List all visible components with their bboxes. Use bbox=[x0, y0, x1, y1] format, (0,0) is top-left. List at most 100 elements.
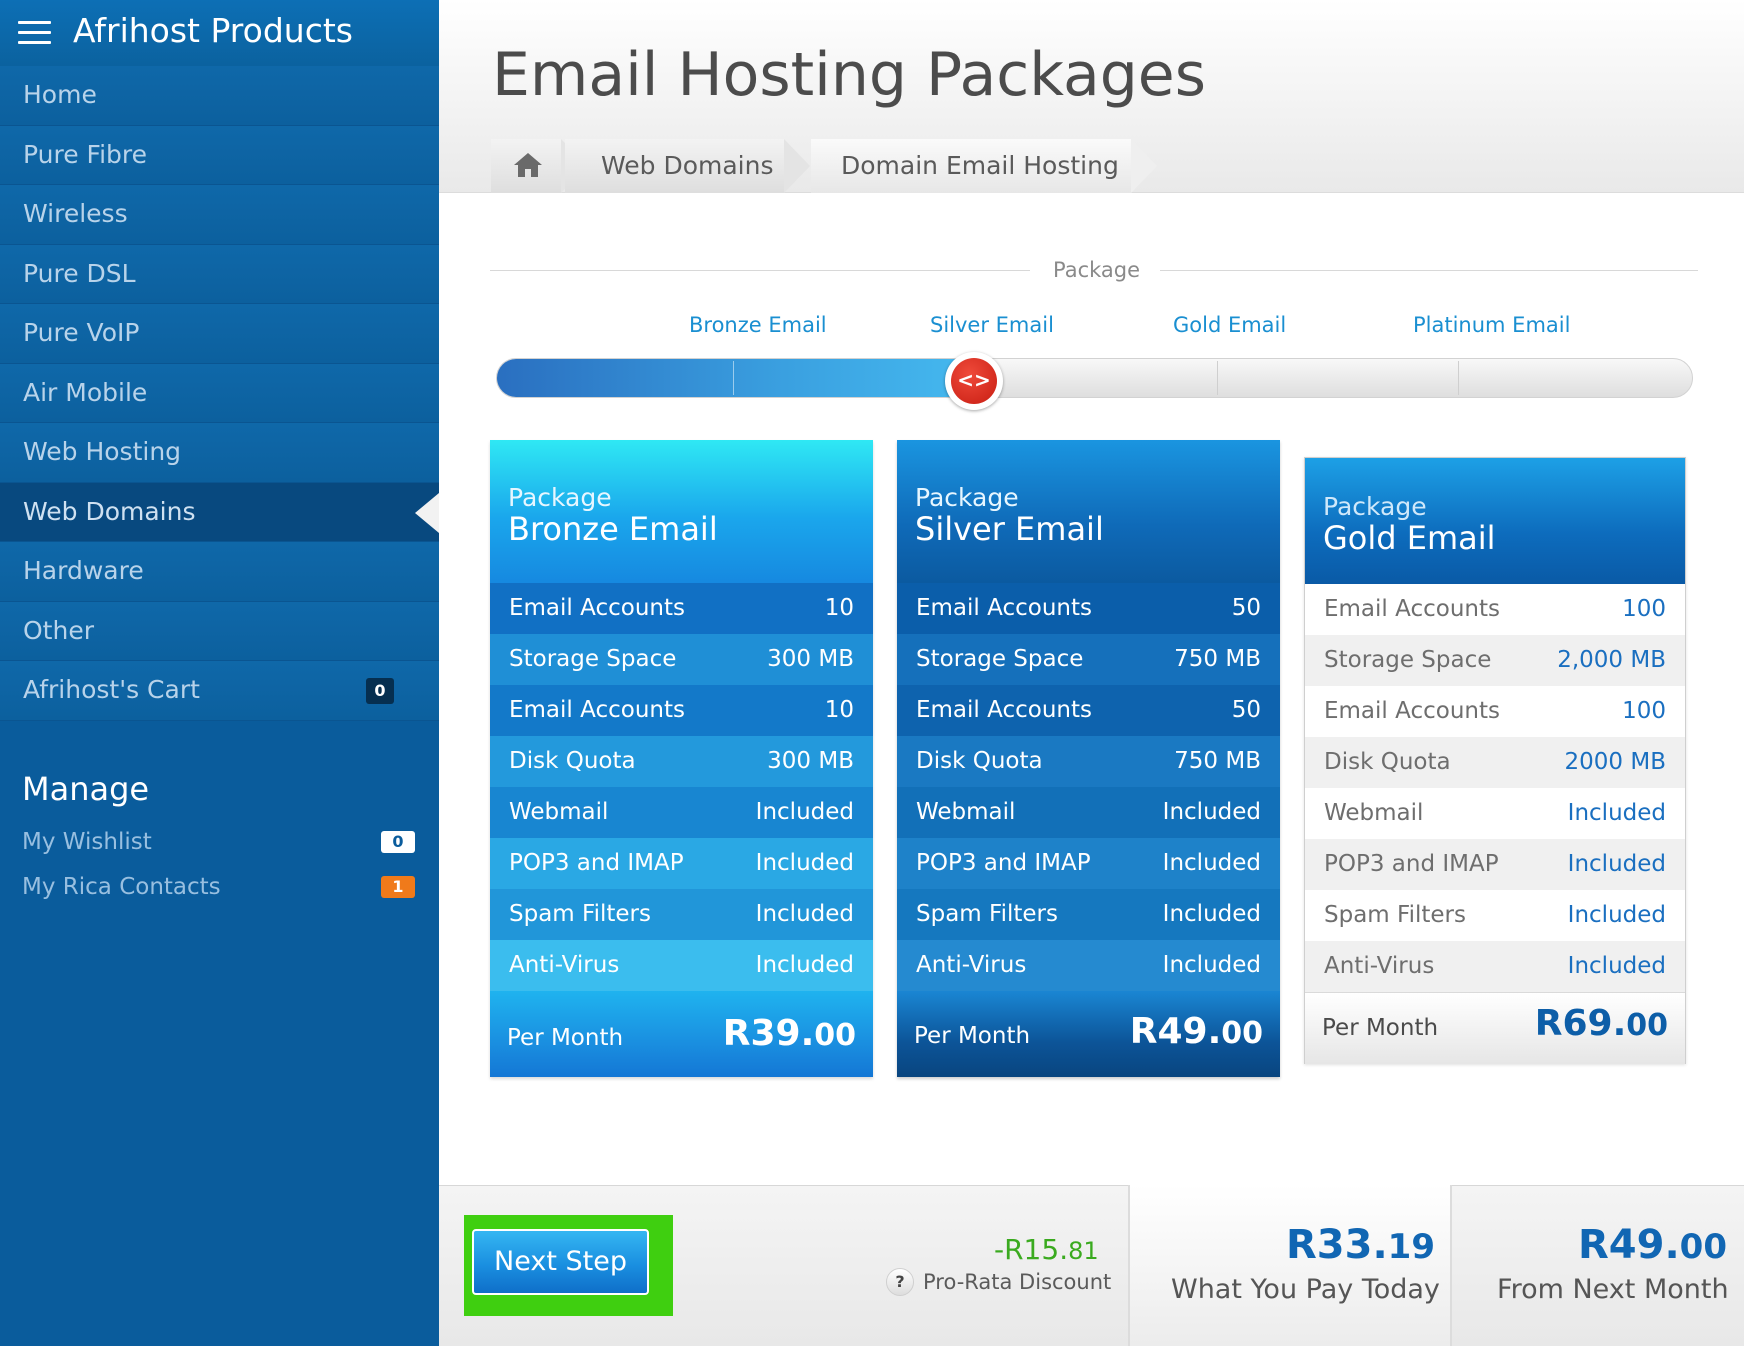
sidebar-item-hardware[interactable]: Hardware bbox=[0, 542, 439, 602]
feature-name: Spam Filters bbox=[916, 901, 1058, 927]
step-bronze[interactable]: Bronze Email bbox=[689, 313, 827, 337]
feature-name: Disk Quota bbox=[916, 748, 1043, 774]
feature-value: Included bbox=[755, 799, 854, 825]
help-icon[interactable]: ? bbox=[886, 1268, 914, 1296]
sidebar-item-cart[interactable]: Afrihost's Cart 0 bbox=[0, 661, 439, 721]
feature-row: Disk Quota 750 MB bbox=[897, 736, 1280, 787]
sidebar-item-label: Air Mobile bbox=[23, 377, 148, 407]
breadcrumb-home[interactable] bbox=[491, 139, 561, 193]
menu-icon[interactable] bbox=[18, 21, 51, 45]
next-step-button[interactable]: Next Step bbox=[472, 1229, 649, 1295]
sidebar-item-label: Afrihost's Cart bbox=[23, 675, 200, 704]
feature-row: Email Accounts 100 bbox=[1305, 584, 1685, 635]
feature-name: Email Accounts bbox=[1324, 698, 1500, 724]
feature-value: 300 MB bbox=[767, 748, 854, 774]
feature-value: Included bbox=[755, 850, 854, 876]
sidebar-item-home[interactable]: Home bbox=[0, 66, 439, 126]
breadcrumb-separator bbox=[1131, 139, 1157, 193]
feature-row: Storage Space 2,000 MB bbox=[1305, 635, 1685, 686]
slider-tick bbox=[733, 361, 734, 395]
feature-value: Included bbox=[1567, 953, 1666, 979]
manage-heading: Manage bbox=[22, 770, 150, 808]
sidebar-item-pure-voip[interactable]: Pure VoIP bbox=[0, 304, 439, 364]
package-label: Package bbox=[1053, 258, 1141, 282]
feature-name: POP3 and IMAP bbox=[509, 850, 684, 876]
sidebar-item-pure-dsl[interactable]: Pure DSL bbox=[0, 244, 439, 304]
product-menu: Home Pure Fibre Wireless Pure DSL Pure V… bbox=[0, 66, 439, 721]
card-header: Package Gold Email bbox=[1305, 458, 1685, 584]
footer-separator bbox=[1450, 1185, 1452, 1346]
step-silver[interactable]: Silver Email bbox=[930, 313, 1054, 337]
card-package-label: Package bbox=[508, 483, 612, 512]
next-step-highlight: Next Step bbox=[464, 1215, 673, 1316]
feature-name: Webmail bbox=[1324, 800, 1424, 826]
feature-value: Included bbox=[1162, 952, 1261, 978]
feature-name: Spam Filters bbox=[1324, 902, 1466, 928]
next-month-amount: R49.00 bbox=[1578, 1222, 1727, 1268]
card-package-label: Package bbox=[915, 483, 1019, 512]
sidebar-item-label: Pure Fibre bbox=[23, 139, 148, 169]
my-wishlist-link[interactable]: My Wishlist bbox=[22, 829, 152, 855]
per-month-label: Per Month bbox=[1322, 1015, 1439, 1041]
wishlist-count-badge: 0 bbox=[381, 831, 415, 853]
sidebar-title: Afrihost Products bbox=[73, 11, 353, 50]
card-package-name: Silver Email bbox=[915, 510, 1104, 548]
feature-row: Email Accounts 50 bbox=[897, 685, 1280, 736]
feature-row: Anti-Virus Included bbox=[897, 940, 1280, 991]
sidebar-item-label: Hardware bbox=[23, 556, 144, 585]
breadcrumb-domain-email-hosting[interactable]: Domain Email Hosting bbox=[811, 139, 1131, 193]
sidebar-item-web-hosting[interactable]: Web Hosting bbox=[0, 423, 439, 483]
feature-row: Email Accounts 10 bbox=[490, 583, 873, 634]
feature-row: Storage Space 750 MB bbox=[897, 634, 1280, 685]
feature-name: Email Accounts bbox=[916, 697, 1092, 723]
sidebar-item-label: Other bbox=[23, 615, 94, 645]
sidebar-item-wireless[interactable]: Wireless bbox=[0, 185, 439, 245]
feature-value: Included bbox=[1162, 799, 1261, 825]
feature-name: POP3 and IMAP bbox=[1324, 851, 1499, 877]
card-price: R39.00 bbox=[723, 1013, 856, 1054]
sidebar-item-web-domains[interactable]: Web Domains bbox=[0, 482, 439, 542]
feature-name: Email Accounts bbox=[509, 697, 685, 723]
sidebar-item-air-mobile[interactable]: Air Mobile bbox=[0, 363, 439, 423]
page-header: Email Hosting Packages Web Domains Domai… bbox=[439, 0, 1744, 193]
my-rica-contacts-link[interactable]: My Rica Contacts bbox=[22, 874, 221, 900]
package-card-silver[interactable]: Package Silver Email Email Accounts 50 St… bbox=[897, 440, 1280, 1077]
card-price-footer: Per Month R49.00 bbox=[897, 991, 1280, 1077]
package-slider-track[interactable] bbox=[496, 358, 1693, 398]
package-card-bronze[interactable]: Package Bronze Email Email Accounts 10 St… bbox=[490, 440, 873, 1077]
package-slider-handle[interactable]: <> bbox=[945, 352, 1003, 410]
feature-value: 2000 MB bbox=[1564, 749, 1666, 775]
card-header: Package Silver Email bbox=[897, 440, 1280, 583]
card-package-label: Package bbox=[1323, 492, 1427, 521]
step-gold[interactable]: Gold Email bbox=[1173, 313, 1286, 337]
price-cents: 00 bbox=[814, 1018, 856, 1053]
feature-value: 750 MB bbox=[1174, 748, 1261, 774]
sidebar-item-pure-fibre[interactable]: Pure Fibre bbox=[0, 125, 439, 185]
rica-count-badge: 1 bbox=[381, 876, 415, 898]
card-price-footer: Per Month R69.00 bbox=[1305, 992, 1685, 1064]
feature-row: Anti-Virus Included bbox=[1305, 941, 1685, 992]
per-month-label: Per Month bbox=[914, 1023, 1031, 1049]
step-platinum[interactable]: Platinum Email bbox=[1413, 313, 1570, 337]
feature-row: Webmail Included bbox=[897, 787, 1280, 838]
feature-row: Spam Filters Included bbox=[897, 889, 1280, 940]
price-cents: 00 bbox=[1221, 1016, 1263, 1051]
feature-name: Webmail bbox=[916, 799, 1016, 825]
card-package-name: Bronze Email bbox=[508, 510, 718, 548]
discount-cents: 81 bbox=[1068, 1237, 1099, 1265]
package-card-gold[interactable]: Package Gold Email Email Accounts 100 Sto… bbox=[1304, 457, 1686, 1064]
feature-value: 50 bbox=[1231, 697, 1261, 723]
feature-value: Included bbox=[755, 901, 854, 927]
feature-value: 10 bbox=[824, 595, 854, 621]
slider-tick bbox=[1458, 361, 1459, 395]
feature-name: Email Accounts bbox=[1324, 596, 1500, 622]
feature-name: Storage Space bbox=[1324, 647, 1492, 673]
sidebar-item-label: Pure DSL bbox=[23, 258, 136, 288]
sidebar-item-other[interactable]: Other bbox=[0, 601, 439, 661]
feature-value: Included bbox=[1567, 851, 1666, 877]
feature-list: Email Accounts 100 Storage Space 2,000 MB … bbox=[1305, 584, 1685, 992]
feature-row: POP3 and IMAP Included bbox=[897, 838, 1280, 889]
feature-row: POP3 and IMAP Included bbox=[1305, 839, 1685, 890]
breadcrumb-web-domains[interactable]: Web Domains bbox=[565, 139, 784, 193]
card-price: R69.00 bbox=[1535, 1003, 1668, 1044]
